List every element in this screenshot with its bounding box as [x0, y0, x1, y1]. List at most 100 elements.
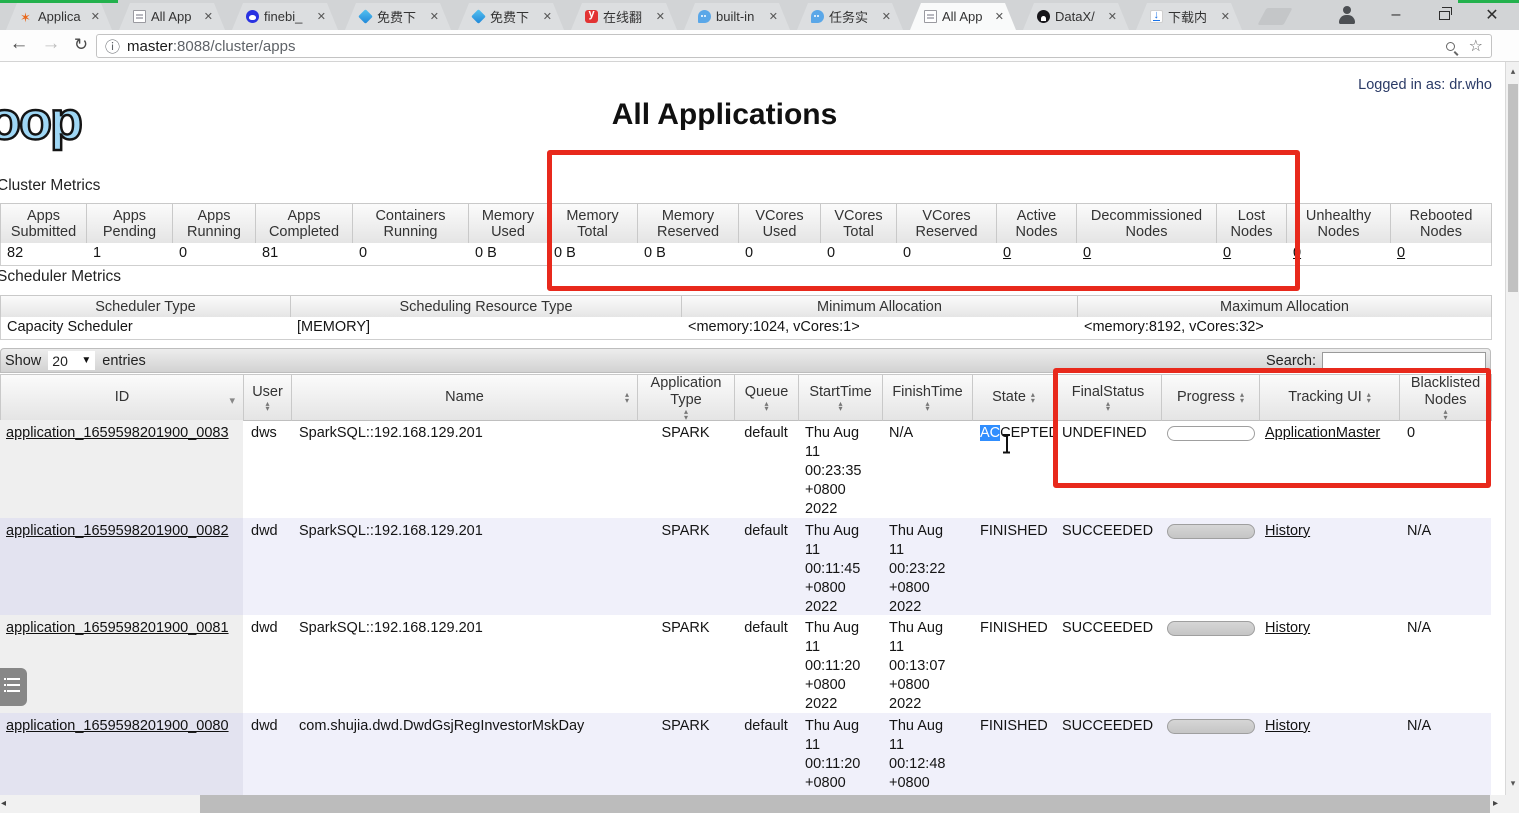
col-header-application-type[interactable]: Application Type — [638, 375, 735, 421]
finalstatus-cell: SUCCEEDED — [1062, 522, 1154, 539]
tab-close-icon[interactable] — [1221, 10, 1230, 23]
tab-close-icon[interactable] — [882, 10, 891, 23]
bookmark-star-icon[interactable]: ☆ — [1469, 36, 1483, 56]
col-label: Blacklisted Nodes — [1410, 375, 1481, 408]
col-label: Queue — [744, 383, 789, 400]
type-cell: SPARK — [661, 522, 710, 539]
window-restore-button[interactable] — [1420, 0, 1468, 30]
tab-close-icon[interactable] — [91, 10, 100, 23]
col-header-state[interactable]: State — [973, 375, 1055, 421]
tab-2[interactable]: finebi_ — [232, 3, 338, 30]
metric-value: 1 — [87, 243, 173, 266]
app-id-link[interactable]: application_1659598201900_0080 — [6, 718, 229, 734]
horizontal-scroll-thumb[interactable] — [200, 795, 1490, 813]
tab-close-icon[interactable] — [543, 10, 552, 23]
tab-close-icon[interactable] — [317, 10, 326, 23]
scroll-left-icon[interactable]: ◂ — [1, 798, 6, 809]
tracking-link[interactable]: History — [1265, 620, 1310, 636]
col-header-tracking-ui[interactable]: Tracking UI — [1260, 375, 1400, 421]
col-header: Containers Running — [353, 204, 469, 244]
col-header-starttime[interactable]: StartTime — [799, 375, 883, 421]
col-header-id[interactable]: ID ▾ — [1, 375, 244, 421]
tab-close-icon[interactable] — [769, 10, 778, 23]
search-icon[interactable] — [1445, 41, 1455, 51]
baidu-icon — [246, 10, 259, 23]
queue-cell: default — [744, 425, 788, 441]
dropdown-arrow-icon: ▼ — [81, 355, 92, 366]
lost-nodes-link[interactable]: 0 — [1223, 245, 1231, 261]
tab-4[interactable]: 免费下 — [458, 3, 564, 30]
blacklisted-cell: 0 — [1407, 425, 1416, 441]
tab-close-icon[interactable] — [430, 10, 439, 23]
col-header-blacklisted-nodes[interactable]: Blacklisted Nodes — [1400, 375, 1492, 421]
tab-title: Applica — [38, 9, 81, 24]
unhealthy-nodes-link[interactable]: 0 — [1293, 245, 1301, 261]
refresh-button[interactable]: ↻ — [68, 35, 94, 55]
forward-button[interactable]: → — [38, 33, 64, 55]
tab-6[interactable]: built-in — [684, 3, 790, 30]
apps-table-header: ID ▾ User Name Application Type Queue Sta… — [0, 374, 1492, 421]
tracking-link[interactable]: History — [1265, 523, 1310, 539]
col-header-user[interactable]: User — [244, 375, 292, 421]
tracking-link[interactable]: History — [1265, 718, 1310, 734]
tab-1[interactable]: All App — [119, 3, 225, 30]
tab-0[interactable]: Applica — [6, 3, 112, 30]
state-cell: FINISHED — [980, 717, 1048, 734]
col-header-progress[interactable]: Progress — [1162, 375, 1260, 421]
tab-8-active[interactable]: All App — [910, 3, 1016, 30]
scroll-up-icon[interactable]: ▴ — [1506, 66, 1519, 77]
app-id-cell: application_1659598201900_0083 — [0, 420, 243, 518]
search-input[interactable] — [1322, 351, 1486, 370]
app-id-link[interactable]: application_1659598201900_0083 — [6, 425, 229, 441]
name-cell: SparkSQL::192.168.129.201 — [299, 620, 483, 636]
list-toggle-button[interactable] — [0, 668, 27, 706]
tab-close-icon[interactable] — [995, 10, 1004, 23]
col-header-queue[interactable]: Queue — [735, 375, 799, 421]
back-button[interactable]: ← — [6, 33, 32, 55]
tab-close-icon[interactable] — [656, 10, 665, 23]
tab-9[interactable]: DataX/ — [1023, 3, 1129, 30]
col-header: VCores Used — [739, 204, 821, 244]
active-nodes-link[interactable]: 0 — [1003, 245, 1011, 261]
window-minimize-button[interactable]: – — [1372, 0, 1420, 30]
vertical-scroll-thumb[interactable] — [1508, 84, 1518, 292]
entries-value: 20 — [52, 352, 68, 369]
col-header-name[interactable]: Name — [292, 375, 638, 421]
tracking-cell: History — [1259, 518, 1399, 616]
window-close-button[interactable]: ✕ — [1468, 0, 1516, 30]
col-header-finalstatus[interactable]: FinalStatus — [1055, 375, 1162, 421]
blacklisted-cell: N/A — [1407, 620, 1432, 636]
tab-close-icon[interactable] — [204, 10, 213, 23]
starttime-cell: Thu Aug 11 00:11:20 +0800 2022 — [805, 620, 861, 712]
progress-cell — [1161, 518, 1259, 616]
vertical-scrollbar[interactable]: ▴ ▾ — [1505, 62, 1519, 795]
tab-close-icon[interactable] — [1108, 10, 1117, 23]
finishtime-cell: Thu Aug 11 00:12:48 +0800 2022 — [889, 717, 946, 796]
tab-10[interactable]: 下载内 — [1136, 3, 1242, 30]
user-cell: dws — [251, 425, 277, 441]
entries-select[interactable]: 20 ▼ — [48, 351, 96, 370]
tracking-link[interactable]: ApplicationMaster — [1265, 425, 1380, 441]
scroll-down-icon[interactable]: ▾ — [1506, 778, 1519, 789]
url-omnibox[interactable]: ⓘ master:8088/cluster/apps ☆ — [96, 34, 1492, 58]
rebooted-nodes-link[interactable]: 0 — [1397, 245, 1405, 261]
app-id-link[interactable]: application_1659598201900_0082 — [6, 523, 229, 539]
tab-7[interactable]: 任务实 — [797, 3, 903, 30]
tab-5[interactable]: 在线翻 — [571, 3, 677, 30]
decommissioned-nodes-link[interactable]: 0 — [1083, 245, 1091, 261]
sort-icon — [925, 401, 929, 412]
user-cell: dwd — [251, 620, 278, 636]
app-id-link[interactable]: application_1659598201900_0081 — [6, 620, 229, 636]
profile-avatar-icon[interactable] — [1337, 5, 1357, 25]
col-header-finishtime[interactable]: FinishTime — [883, 375, 973, 421]
text-cursor-icon — [1002, 434, 1011, 453]
new-tab-button[interactable] — [1257, 8, 1293, 25]
name-cell: com.shujia.dwd.DwdGsjRegInvestorMskDay — [299, 717, 585, 734]
horizontal-scrollbar[interactable]: ◂ ▸ — [0, 795, 1505, 813]
scroll-right-icon[interactable]: ▸ — [1493, 798, 1498, 809]
tab-3[interactable]: 免费下 — [345, 3, 451, 30]
finishtime-cell: Thu Aug 11 00:23:22 +0800 2022 — [889, 522, 946, 615]
col-header: Maximum Allocation — [1078, 296, 1492, 318]
page-info-icon[interactable]: ⓘ — [105, 36, 120, 57]
diamond-icon — [471, 9, 486, 24]
